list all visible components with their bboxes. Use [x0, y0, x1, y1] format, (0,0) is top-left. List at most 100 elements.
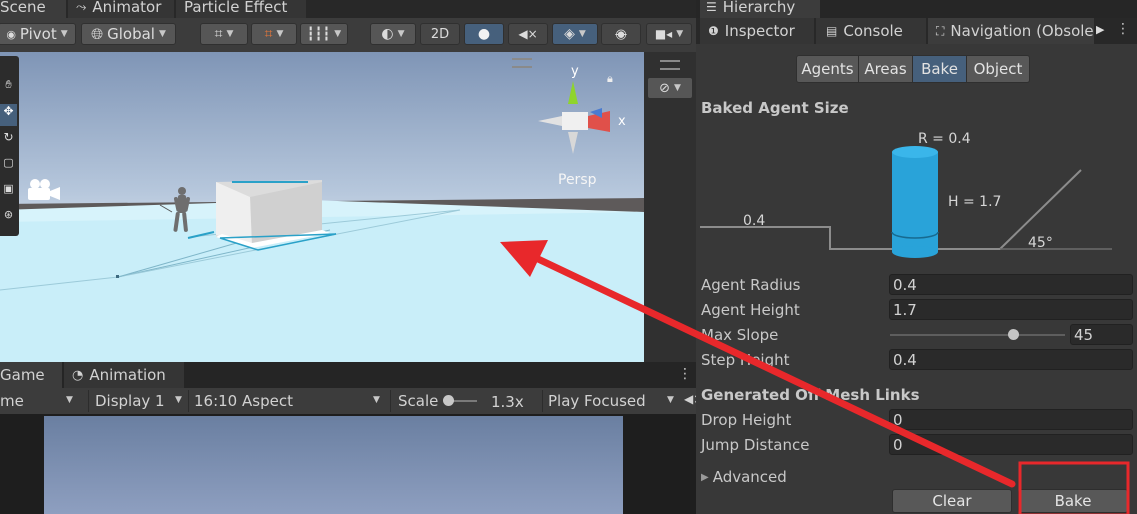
navigation-icon: ⛶	[936, 23, 945, 38]
seg-tab-agents[interactable]: Agents	[796, 55, 859, 83]
game-toolbar: me ▼ Display 1 ▼ 16:10 Aspect ▼ Scale 1.…	[0, 388, 703, 415]
pivot-dropdown[interactable]: ◉ Pivot ▼	[0, 23, 76, 45]
animator-icon: ⤳	[76, 0, 87, 15]
chevron-down-icon: ▼	[373, 395, 380, 405]
navigation-seg-tabs: Agents Areas Bake Object	[796, 55, 1032, 83]
chevron-down-icon: ▼	[66, 395, 73, 405]
orientation-gizmo[interactable]: y x	[532, 64, 632, 156]
tool-hand-icon[interactable]: ✋︎	[0, 78, 17, 98]
shading-mode-dropdown[interactable]: ◐ ▼	[370, 23, 416, 45]
chevron-down-icon: ▼	[175, 395, 182, 405]
display-dropdown[interactable]: Display 1 ▼	[88, 390, 186, 412]
agent-radius-field[interactable]: 0.4	[889, 274, 1133, 295]
max-slope-slider-handle[interactable]	[1007, 329, 1019, 340]
foldout-arrow-icon: ▶	[701, 471, 709, 483]
seg-tab-object-label: Object	[973, 60, 1023, 78]
seg-tab-bake[interactable]: Bake	[912, 55, 967, 83]
display-label: Display 1	[95, 392, 165, 410]
kebab-menu-icon[interactable]: ⋮	[1116, 21, 1130, 37]
grid-snap-icon: ⌗	[214, 26, 223, 42]
tab-scroll-right-icon[interactable]: ▶	[1096, 23, 1104, 36]
step-height-label: Step Height	[701, 351, 790, 369]
camera-dropdown[interactable]: ■◂ ▼	[646, 23, 692, 45]
chevron-down-icon: ▼	[578, 29, 586, 39]
game-render	[44, 416, 623, 514]
overlay-dropdown[interactable]: ⊘ ▼	[647, 77, 693, 99]
clear-button[interactable]: Clear	[892, 489, 1012, 513]
tool-transform-icon[interactable]: ⊛	[0, 208, 17, 228]
tab-particle-effect[interactable]: Particle Effect	[176, 0, 306, 18]
tab-particle-effect-label: Particle Effect	[184, 0, 288, 16]
max-slope-slider[interactable]	[890, 329, 1065, 340]
aspect-label: 16:10 Aspect	[194, 392, 293, 410]
scale-slider[interactable]	[443, 395, 477, 406]
visibility-icon: ◉	[615, 26, 627, 42]
aspect-dropdown[interactable]: 16:10 Aspect ▼	[188, 390, 388, 412]
tab-navigation-label: Navigation (Obsole	[950, 22, 1094, 40]
increment-snap-button[interactable]: ⌗ ▼	[251, 23, 297, 45]
chevron-down-icon: ▼	[673, 83, 681, 93]
tab-navigation[interactable]: ⛶ Navigation (Obsole	[928, 18, 1094, 44]
lighting-toggle[interactable]: ●	[464, 23, 504, 45]
tab-scene[interactable]: Scene	[0, 0, 66, 18]
lock-icon[interactable]: 🔒︎	[607, 72, 613, 86]
agent-height-label: Agent Height	[701, 301, 800, 319]
advanced-foldout[interactable]: ▶ Advanced	[701, 468, 787, 486]
2d-toggle[interactable]: 2D	[420, 23, 460, 45]
seg-tab-agents-label: Agents	[801, 60, 854, 78]
agent-height-field[interactable]: 1.7	[889, 299, 1133, 320]
kebab-menu-icon[interactable]: ⋮	[678, 366, 692, 382]
drag-handle-icon[interactable]	[660, 60, 680, 70]
console-icon: ▤	[826, 24, 838, 38]
info-icon: ❶	[708, 24, 719, 38]
tab-game[interactable]: Game	[0, 362, 62, 388]
max-slope-field[interactable]: 45	[1070, 324, 1133, 345]
seg-tab-areas-label: Areas	[864, 60, 907, 78]
ruler-button[interactable]: ┇┇┇ ▼	[300, 23, 348, 45]
camera-icon: ■◂	[654, 27, 673, 41]
pivot-icon: ◉	[6, 27, 16, 41]
right-tab-strip: ❶ Inspector ▤ Console ⛶ Navigation (Obso…	[696, 18, 1137, 44]
visibility-toggle[interactable]: ◉	[601, 23, 641, 45]
step-height-field[interactable]: 0.4	[889, 349, 1133, 370]
chevron-down-icon: ▼	[226, 29, 234, 39]
seg-tab-areas[interactable]: Areas	[858, 55, 913, 83]
tab-scene-label: Scene	[0, 0, 46, 16]
global-label: Global	[107, 25, 155, 43]
tab-console-label: Console	[843, 22, 903, 40]
audio-toggle[interactable]: ◀×	[508, 23, 548, 45]
fx-toggle[interactable]: ◈ ▼	[552, 23, 598, 45]
scene-view[interactable]: ✋︎ ✥ ↻ ▢ ▣ ⊛ y x 🔒︎ Persp	[0, 52, 644, 362]
chevron-down-icon: ▼	[60, 29, 68, 39]
drop-height-field[interactable]: 0	[889, 409, 1133, 430]
grid-snap-button[interactable]: ⌗ ▼	[200, 23, 248, 45]
scene-camera-icon	[26, 178, 62, 206]
projection-label[interactable]: Persp	[558, 172, 597, 188]
scale-value: 1.3x	[491, 393, 524, 411]
drag-handle-icon[interactable]	[512, 58, 532, 68]
bake-button[interactable]: Bake	[1018, 489, 1128, 513]
tool-rotate-icon[interactable]: ↻	[0, 130, 17, 150]
tab-inspector[interactable]: ❶ Inspector	[700, 18, 814, 44]
tool-move-icon[interactable]: ✥	[0, 104, 17, 126]
jump-distance-field[interactable]: 0	[889, 434, 1133, 455]
tab-hierarchy[interactable]: ☰ Hierarchy	[700, 0, 820, 18]
game-tab-strip: Game ◔ Animation ⋮	[0, 362, 696, 388]
tab-animation[interactable]: ◔ Animation	[64, 362, 184, 388]
tab-console[interactable]: ▤ Console	[816, 18, 926, 44]
animation-clock-icon: ◔	[72, 367, 84, 383]
play-mode-dropdown[interactable]: Play Focused ▼	[542, 390, 682, 412]
pivot-label: Pivot	[19, 25, 57, 43]
global-dropdown[interactable]: 🌐︎ Global ▼	[81, 23, 176, 45]
scale-slider-handle[interactable]	[443, 395, 454, 406]
tool-scale-icon[interactable]: ▢	[0, 156, 17, 176]
game-mode-dropdown[interactable]: me ▼	[0, 390, 82, 412]
hierarchy-icon: ☰	[706, 0, 717, 14]
2d-label: 2D	[430, 26, 450, 42]
scale-control: Scale 1.3x	[390, 390, 540, 412]
game-view[interactable]	[0, 414, 696, 514]
tool-rect-icon[interactable]: ▣	[0, 182, 17, 202]
tab-animator[interactable]: ⤳ Animator	[68, 0, 174, 18]
compass-icon: ⊘	[659, 80, 670, 96]
seg-tab-object[interactable]: Object	[966, 55, 1030, 83]
